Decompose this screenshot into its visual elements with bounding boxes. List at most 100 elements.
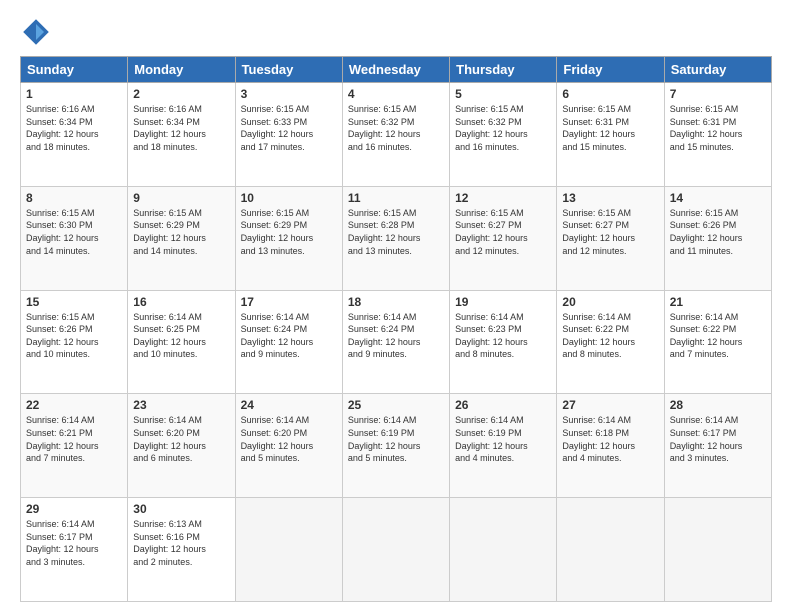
day-info: Sunrise: 6:14 AM Sunset: 6:22 PM Dayligh… — [562, 311, 658, 361]
day-number: 21 — [670, 295, 766, 309]
calendar-cell: 15 Sunrise: 6:15 AM Sunset: 6:26 PM Dayli… — [21, 290, 128, 394]
logo — [20, 16, 56, 48]
day-info: Sunrise: 6:15 AM Sunset: 6:27 PM Dayligh… — [455, 207, 551, 257]
weekday-header-tuesday: Tuesday — [235, 57, 342, 83]
day-number: 24 — [241, 398, 337, 412]
day-number: 28 — [670, 398, 766, 412]
calendar-cell: 19 Sunrise: 6:14 AM Sunset: 6:23 PM Dayli… — [450, 290, 557, 394]
day-number: 1 — [26, 87, 122, 101]
day-number: 29 — [26, 502, 122, 516]
day-info: Sunrise: 6:14 AM Sunset: 6:24 PM Dayligh… — [241, 311, 337, 361]
day-number: 10 — [241, 191, 337, 205]
calendar-cell: 2 Sunrise: 6:16 AM Sunset: 6:34 PM Daylig… — [128, 83, 235, 187]
calendar-cell: 10 Sunrise: 6:15 AM Sunset: 6:29 PM Dayli… — [235, 186, 342, 290]
day-number: 2 — [133, 87, 229, 101]
day-number: 19 — [455, 295, 551, 309]
calendar-cell: 5Sunrise: 6:15 AM Sunset: 6:32 PM Daylig… — [450, 83, 557, 187]
day-number: 16 — [133, 295, 229, 309]
day-info: Sunrise: 6:15 AM Sunset: 6:28 PM Dayligh… — [348, 207, 444, 257]
day-info: Sunrise: 6:16 AM Sunset: 6:34 PM Dayligh… — [26, 103, 122, 153]
day-info: Sunrise: 6:15 AM Sunset: 6:27 PM Dayligh… — [562, 207, 658, 257]
calendar-cell: 18 Sunrise: 6:14 AM Sunset: 6:24 PM Dayli… — [342, 290, 449, 394]
day-info: Sunrise: 6:14 AM Sunset: 6:17 PM Dayligh… — [670, 414, 766, 464]
calendar-cell: 11 Sunrise: 6:15 AM Sunset: 6:28 PM Dayli… — [342, 186, 449, 290]
calendar-cell — [235, 498, 342, 602]
calendar-cell: 21 Sunrise: 6:14 AM Sunset: 6:22 PM Dayli… — [664, 290, 771, 394]
weekday-header-thursday: Thursday — [450, 57, 557, 83]
day-info: Sunrise: 6:14 AM Sunset: 6:21 PM Dayligh… — [26, 414, 122, 464]
day-info: Sunrise: 6:15 AM Sunset: 6:31 PM Dayligh… — [670, 103, 766, 153]
day-info: Sunrise: 6:15 AM Sunset: 6:31 PM Dayligh… — [562, 103, 658, 153]
day-number: 3 — [241, 87, 337, 101]
day-number: 14 — [670, 191, 766, 205]
calendar-cell: 7 Sunrise: 6:15 AM Sunset: 6:31 PM Daylig… — [664, 83, 771, 187]
calendar-cell: 12 Sunrise: 6:15 AM Sunset: 6:27 PM Dayli… — [450, 186, 557, 290]
weekday-header-saturday: Saturday — [664, 57, 771, 83]
day-number: 4 — [348, 87, 444, 101]
calendar-cell: 14 Sunrise: 6:15 AM Sunset: 6:26 PM Dayli… — [664, 186, 771, 290]
day-info: Sunrise: 6:15 AM Sunset: 6:26 PM Dayligh… — [26, 311, 122, 361]
day-info: Sunrise: 6:14 AM Sunset: 6:18 PM Dayligh… — [562, 414, 658, 464]
week-row-3: 15 Sunrise: 6:15 AM Sunset: 6:26 PM Dayli… — [21, 290, 772, 394]
day-info: Sunrise: 6:14 AM Sunset: 6:24 PM Dayligh… — [348, 311, 444, 361]
calendar-cell: 24Sunrise: 6:14 AM Sunset: 6:20 PM Dayli… — [235, 394, 342, 498]
day-number: 7 — [670, 87, 766, 101]
week-row-5: 29 Sunrise: 6:14 AM Sunset: 6:17 PM Dayli… — [21, 498, 772, 602]
weekday-header-wednesday: Wednesday — [342, 57, 449, 83]
page: SundayMondayTuesdayWednesdayThursdayFrid… — [0, 0, 792, 612]
logo-icon — [20, 16, 52, 48]
day-number: 26 — [455, 398, 551, 412]
calendar-cell: 16 Sunrise: 6:14 AM Sunset: 6:25 PM Dayli… — [128, 290, 235, 394]
day-info: Sunrise: 6:14 AM Sunset: 6:19 PM Dayligh… — [348, 414, 444, 464]
day-number: 12 — [455, 191, 551, 205]
weekday-header-friday: Friday — [557, 57, 664, 83]
day-number: 8 — [26, 191, 122, 205]
day-info: Sunrise: 6:16 AM Sunset: 6:34 PM Dayligh… — [133, 103, 229, 153]
day-info: Sunrise: 6:14 AM Sunset: 6:22 PM Dayligh… — [670, 311, 766, 361]
day-info: Sunrise: 6:15 AM Sunset: 6:26 PM Dayligh… — [670, 207, 766, 257]
header — [20, 16, 772, 48]
calendar-cell: 23 Sunrise: 6:14 AM Sunset: 6:20 PM Dayli… — [128, 394, 235, 498]
day-number: 15 — [26, 295, 122, 309]
calendar-cell: 13Sunrise: 6:15 AM Sunset: 6:27 PM Dayli… — [557, 186, 664, 290]
day-info: Sunrise: 6:14 AM Sunset: 6:19 PM Dayligh… — [455, 414, 551, 464]
calendar-cell: 9Sunrise: 6:15 AM Sunset: 6:29 PM Daylig… — [128, 186, 235, 290]
calendar-cell: 27 Sunrise: 6:14 AM Sunset: 6:18 PM Dayli… — [557, 394, 664, 498]
weekday-header-sunday: Sunday — [21, 57, 128, 83]
calendar-cell: 3Sunrise: 6:15 AM Sunset: 6:33 PM Daylig… — [235, 83, 342, 187]
day-info: Sunrise: 6:14 AM Sunset: 6:23 PM Dayligh… — [455, 311, 551, 361]
day-number: 17 — [241, 295, 337, 309]
day-number: 9 — [133, 191, 229, 205]
weekday-header-monday: Monday — [128, 57, 235, 83]
day-number: 18 — [348, 295, 444, 309]
calendar-cell: 22 Sunrise: 6:14 AM Sunset: 6:21 PM Dayli… — [21, 394, 128, 498]
week-row-1: 1 Sunrise: 6:16 AM Sunset: 6:34 PM Daylig… — [21, 83, 772, 187]
calendar-cell: 1 Sunrise: 6:16 AM Sunset: 6:34 PM Daylig… — [21, 83, 128, 187]
week-row-4: 22 Sunrise: 6:14 AM Sunset: 6:21 PM Dayli… — [21, 394, 772, 498]
calendar-cell: 4 Sunrise: 6:15 AM Sunset: 6:32 PM Daylig… — [342, 83, 449, 187]
calendar-cell — [342, 498, 449, 602]
calendar: SundayMondayTuesdayWednesdayThursdayFrid… — [20, 56, 772, 602]
calendar-cell: 29 Sunrise: 6:14 AM Sunset: 6:17 PM Dayli… — [21, 498, 128, 602]
day-number: 6 — [562, 87, 658, 101]
day-number: 22 — [26, 398, 122, 412]
calendar-cell: 8Sunrise: 6:15 AM Sunset: 6:30 PM Daylig… — [21, 186, 128, 290]
day-info: Sunrise: 6:14 AM Sunset: 6:20 PM Dayligh… — [133, 414, 229, 464]
calendar-cell: 26 Sunrise: 6:14 AM Sunset: 6:19 PM Dayli… — [450, 394, 557, 498]
day-info: Sunrise: 6:14 AM Sunset: 6:25 PM Dayligh… — [133, 311, 229, 361]
day-info: Sunrise: 6:13 AM Sunset: 6:16 PM Dayligh… — [133, 518, 229, 568]
week-row-2: 8Sunrise: 6:15 AM Sunset: 6:30 PM Daylig… — [21, 186, 772, 290]
calendar-cell: 20 Sunrise: 6:14 AM Sunset: 6:22 PM Dayli… — [557, 290, 664, 394]
calendar-cell — [450, 498, 557, 602]
day-number: 30 — [133, 502, 229, 516]
calendar-cell — [557, 498, 664, 602]
day-number: 27 — [562, 398, 658, 412]
day-info: Sunrise: 6:14 AM Sunset: 6:17 PM Dayligh… — [26, 518, 122, 568]
day-info: Sunrise: 6:15 AM Sunset: 6:32 PM Dayligh… — [348, 103, 444, 153]
day-number: 25 — [348, 398, 444, 412]
day-number: 23 — [133, 398, 229, 412]
calendar-cell: 28 Sunrise: 6:14 AM Sunset: 6:17 PM Dayli… — [664, 394, 771, 498]
day-info: Sunrise: 6:15 AM Sunset: 6:29 PM Dayligh… — [241, 207, 337, 257]
day-number: 20 — [562, 295, 658, 309]
day-number: 11 — [348, 191, 444, 205]
